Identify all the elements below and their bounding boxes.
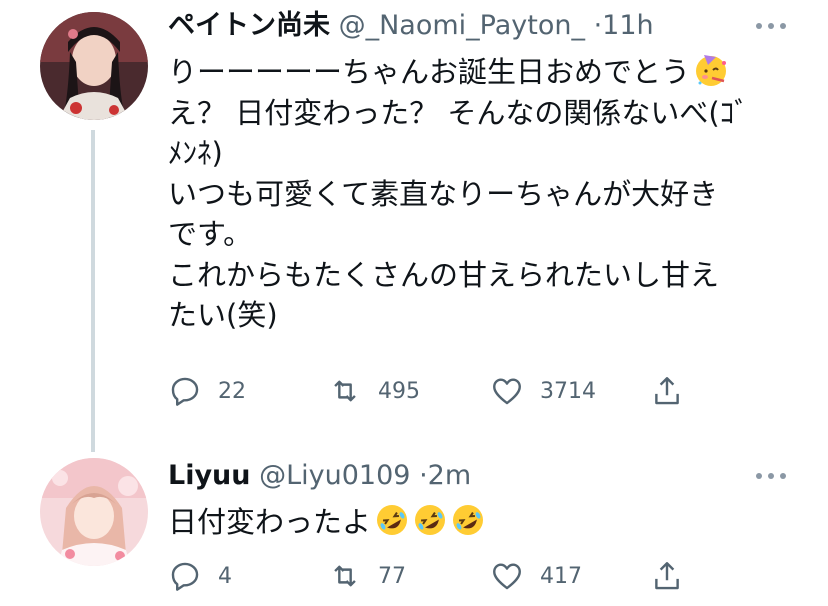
reply-count: 4 xyxy=(218,563,232,589)
like-button[interactable]: 3714 xyxy=(490,371,596,411)
rolling-laughing-emoji xyxy=(451,503,485,537)
avatar[interactable] xyxy=(40,12,148,120)
share-button[interactable] xyxy=(650,556,700,596)
text-line: え？ 日付変わった？ そんなの関係ないべ(ｺﾞ xyxy=(168,95,749,130)
rolling-laughing-emoji xyxy=(413,503,447,537)
reply-icon xyxy=(171,562,199,591)
retweet-count: 77 xyxy=(378,563,406,589)
more-options-icon[interactable] xyxy=(756,464,786,488)
retweet-icon xyxy=(334,380,356,402)
reply-count: 22 xyxy=(218,378,246,404)
text-line: りーーーーーちゃんお誕生日おめでとう xyxy=(168,52,788,93)
action-bar: 22 495 3714 xyxy=(168,371,708,411)
like-button[interactable]: 417 xyxy=(490,556,582,596)
text-line: です。 xyxy=(168,217,253,251)
user-handle[interactable]: @_Naomi_Payton_ xyxy=(339,10,585,41)
share-icon xyxy=(655,377,679,405)
timestamp[interactable]: 2m xyxy=(428,460,471,491)
tweet-naomi[interactable]: ペイトン尚未 @_Naomi_Payton_ ·11h りーーーーーちゃんお誕生… xyxy=(0,0,828,452)
tweet-liyuu[interactable]: Liyuu @Liyu0109 ·2m 日付変わったよ 4 77 417 xyxy=(0,450,828,606)
more-options-icon[interactable] xyxy=(756,14,786,38)
share-icon xyxy=(655,562,679,590)
tweet-text: 日付変わったよ xyxy=(168,502,788,543)
partying-face-emoji xyxy=(694,53,728,87)
separator-dot: · xyxy=(419,460,428,491)
text-line: ﾒﾝﾈ) xyxy=(168,136,223,170)
reply-icon xyxy=(171,377,199,406)
retweet-count: 495 xyxy=(378,378,420,404)
tweet-text: りーーーーーちゃんお誕生日おめでとう え？ 日付変わった？ そんなの関係ないべ(… xyxy=(168,52,788,336)
timestamp[interactable]: 11h xyxy=(602,10,653,41)
text-line: たい(笑) xyxy=(168,298,278,332)
separator-dot: · xyxy=(593,10,603,41)
reply-button[interactable]: 22 xyxy=(168,371,246,411)
text-line: いつも可愛くて素直なりーちゃんが大好き xyxy=(168,176,719,211)
tweet-header: Liyuu @Liyu0109 ·2m xyxy=(168,456,471,496)
heart-icon xyxy=(493,563,521,590)
avatar[interactable] xyxy=(40,458,148,566)
display-name[interactable]: Liyuu xyxy=(168,460,251,491)
retweet-button[interactable]: 495 xyxy=(328,371,420,411)
share-button[interactable] xyxy=(650,371,700,411)
rolling-laughing-emoji xyxy=(375,503,409,537)
like-count: 3714 xyxy=(540,378,596,404)
tweet-header: ペイトン尚未 @_Naomi_Payton_ ·11h xyxy=(168,6,654,46)
text-line: これからもたくさんの甘えられたいし甘え xyxy=(168,257,720,292)
thread-line xyxy=(91,130,95,452)
user-handle[interactable]: @Liyu0109 xyxy=(259,460,410,491)
display-name[interactable]: ペイトン尚未 xyxy=(168,10,330,41)
like-count: 417 xyxy=(540,563,582,589)
reply-button[interactable]: 4 xyxy=(168,556,232,596)
action-bar: 4 77 417 xyxy=(168,556,708,596)
text-line: 日付変わったよ xyxy=(168,502,788,543)
heart-icon xyxy=(493,378,521,405)
retweet-icon xyxy=(334,565,356,587)
retweet-button[interactable]: 77 xyxy=(328,556,406,596)
